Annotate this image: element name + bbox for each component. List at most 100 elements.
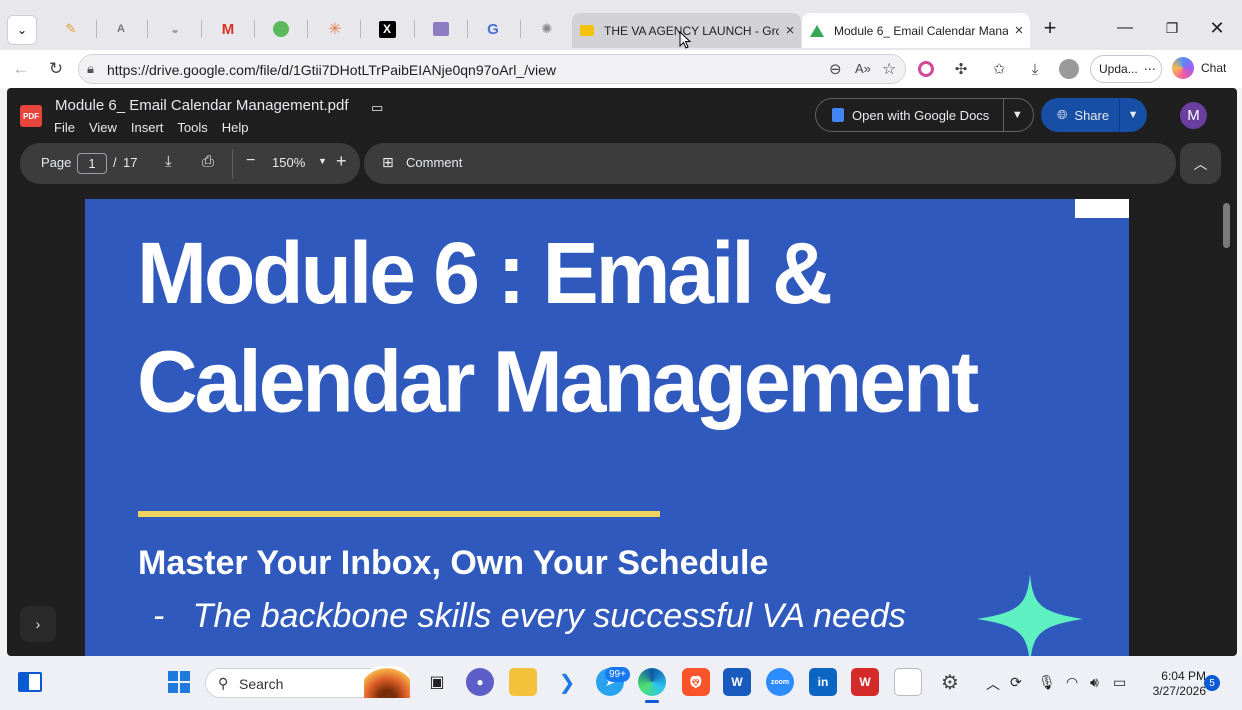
close-tab-icon[interactable]: × (779, 22, 801, 39)
favorite-star-icon[interactable]: ☆ (882, 59, 896, 79)
account-avatar[interactable]: M (1180, 102, 1207, 129)
tab-favicon-openai-icon[interactable]: ✺ (532, 14, 562, 44)
toolbar-divider (232, 149, 233, 179)
close-window-icon[interactable]: ✕ (1197, 16, 1237, 40)
slide-subtitle: Master Your Inbox, Own Your Schedule (138, 544, 769, 582)
address-bar-row: ← ↻ 🔒︎ https://drive.google.com/file/d/1… (0, 50, 1242, 88)
taskbar-search-box[interactable]: ⚲ Search (205, 666, 410, 698)
zoom-in-icon[interactable]: + (336, 151, 347, 172)
slide-title: Module 6 : Email & Calendar Management (137, 219, 1037, 435)
page-separator: / (113, 155, 117, 170)
zoom-out-icon[interactable]: − (246, 152, 255, 170)
zoom-magnifier-icon[interactable]: ⊖ (829, 60, 842, 78)
show-hidden-icons-chevron-icon[interactable]: ︿ (986, 674, 1000, 694)
tab-module-6[interactable]: Module 6_ Email Calendar Manag × (802, 13, 1030, 48)
tab-favicon-green-circle-icon[interactable] (266, 14, 296, 44)
back-arrow-icon[interactable]: ← (8, 57, 34, 81)
add-comment-icon[interactable]: ⊞ (382, 154, 394, 171)
tab-favicon-gmail-icon[interactable]: M (213, 14, 243, 44)
menu-insert[interactable]: Insert (131, 120, 164, 135)
edge-active-indicator (645, 700, 659, 703)
extensions-puzzle-icon[interactable]: ✣ (950, 59, 972, 79)
tab-list-chevron-icon[interactable]: ⌄ (7, 15, 37, 45)
notification-count-badge[interactable]: 5 (1204, 675, 1220, 691)
start-windows-icon[interactable] (165, 668, 193, 696)
wps-office-icon[interactable]: W (851, 668, 879, 696)
menu-tools[interactable]: Tools (177, 120, 207, 135)
globe-icon: 🌐︎ (1057, 107, 1068, 122)
file-name: Module 6_ Email Calendar Management.pdf (55, 97, 349, 114)
collapse-toolbar-chevron-up-icon[interactable]: ︿ (1180, 143, 1221, 184)
profile-avatar-icon[interactable] (1058, 59, 1080, 79)
menu-file[interactable]: File (54, 120, 75, 135)
word-icon[interactable]: W (723, 668, 751, 696)
reload-icon[interactable]: ↻ (43, 57, 69, 81)
print-icon[interactable]: ⎙ (202, 153, 214, 170)
sparkle-star-icon (977, 574, 1083, 656)
move-to-folder-icon[interactable]: ▭ (371, 100, 383, 116)
scrollbar-thumb[interactable] (1223, 203, 1230, 248)
download-icon[interactable]: ⤓ (165, 153, 172, 170)
downloads-icon[interactable]: ⤓ (1024, 59, 1046, 79)
zoom-level[interactable]: 150% (272, 155, 305, 170)
page-number-input[interactable]: 1 (77, 153, 107, 174)
file-explorer-icon[interactable] (509, 668, 537, 696)
tab-favicon-a-icon[interactable]: A (106, 14, 136, 44)
minimize-window-icon[interactable]: — (1105, 16, 1145, 40)
clock-time: 6:04 PM (1161, 669, 1206, 683)
chat-label[interactable]: Chat (1201, 61, 1226, 75)
page-toolbar: Page 1 / 17 ⤓ ⎙ − 150% ▼ + (20, 143, 360, 184)
settings-gear-icon[interactable]: ⚙ (936, 668, 964, 696)
new-tab-button[interactable]: + (1030, 15, 1070, 40)
vscode-icon[interactable]: ❯ (553, 668, 581, 696)
tab-favicon-asterisk-icon[interactable]: ✳ (320, 14, 350, 44)
comment-button[interactable]: Comment (406, 155, 462, 170)
tab-favicon-notes-icon[interactable]: ✎ (56, 14, 86, 44)
browser-tab-strip: ⌄ ✎ A ◒ M ✳ X G ✺ THE VA AGENCY LAUNCH -… (0, 0, 1242, 50)
tab-favicon-g-icon[interactable]: G (478, 14, 508, 44)
update-button[interactable]: Upda... ⋯ (1090, 55, 1162, 83)
zoom-app-icon[interactable]: zoom (766, 668, 794, 696)
menu-help[interactable]: Help (222, 120, 249, 135)
copilot-icon[interactable] (1172, 57, 1194, 79)
battery-icon[interactable]: ▭ (1113, 674, 1126, 691)
tab-title: THE VA AGENCY LAUNCH - Group (604, 23, 779, 38)
tab-favicon-x-icon[interactable]: X (372, 14, 402, 44)
open-with-dropdown-icon[interactable]: ▼ (1004, 109, 1030, 121)
tab-favicon-list-icon[interactable] (426, 14, 456, 44)
tab-separator (96, 20, 97, 38)
zoom-dropdown-icon[interactable]: ▼ (318, 156, 327, 166)
bullet-text: The backbone skills every successful VA … (192, 597, 906, 635)
sync-status-icon[interactable]: ⟳ (1010, 674, 1022, 691)
close-tab-icon[interactable]: × (1008, 22, 1030, 39)
restore-window-icon[interactable]: ❐ (1152, 16, 1192, 40)
brave-browser-icon[interactable]: 🦁︎ (682, 668, 710, 696)
tab-favicon-cloud-icon[interactable]: ◒ (160, 14, 190, 44)
edge-browser-icon[interactable] (638, 668, 666, 696)
url-field[interactable]: 🔒︎ https://drive.google.com/file/d/1Gtii… (78, 54, 906, 84)
widgets-icon[interactable] (16, 668, 44, 696)
search-icon: ⚲ (218, 675, 229, 691)
google-docs-icon (832, 108, 844, 122)
volume-icon[interactable]: 🔊︎ (1090, 674, 1099, 691)
microphone-icon[interactable]: 🎙︎ (1038, 674, 1056, 691)
favorites-icon[interactable]: ✩ (988, 59, 1010, 79)
menu-view[interactable]: View (89, 120, 117, 135)
colorful-extension-icon[interactable] (915, 59, 937, 79)
notepad-icon[interactable] (894, 668, 922, 696)
search-highlight-image (364, 666, 410, 698)
telegram-badge: 99+ (605, 667, 630, 682)
teams-chat-icon[interactable]: ● (466, 668, 494, 696)
tab-separator (147, 20, 148, 38)
task-view-icon[interactable]: ▣ (423, 668, 451, 696)
share-button[interactable]: 🌐︎ Share ▼ (1041, 98, 1147, 132)
open-with-google-docs-button[interactable]: Open with Google Docs ▼ (815, 98, 1034, 132)
wifi-icon[interactable]: ◠ (1066, 674, 1078, 691)
more-menu-icon: ⋯ (1143, 62, 1156, 76)
system-clock[interactable]: 6:04 PM 3/27/2026 (1132, 669, 1206, 699)
site-info-icon[interactable]: 🔒︎ (87, 61, 94, 77)
linkedin-icon[interactable]: in (809, 668, 837, 696)
share-dropdown-icon[interactable]: ▼ (1120, 109, 1146, 121)
side-panel-chevron-right-icon[interactable]: › (20, 606, 56, 642)
read-aloud-icon[interactable]: A» (855, 61, 871, 76)
